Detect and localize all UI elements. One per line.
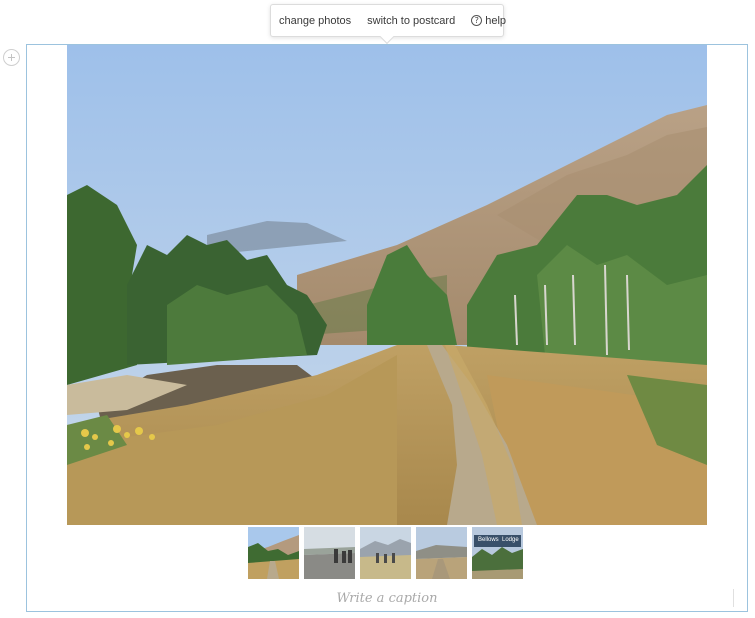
switch-to-postcard-button[interactable]: switch to postcard — [367, 15, 455, 27]
photo-toolbar: change photos switch to postcard ? help — [270, 4, 506, 45]
editor-page: change photos switch to postcard ? help — [0, 0, 755, 618]
thumbnail-1[interactable] — [248, 527, 299, 579]
change-photos-button[interactable]: change photos — [279, 15, 351, 27]
thumbnail-3-image — [360, 527, 411, 579]
thumbnail-3[interactable] — [360, 527, 411, 579]
thumbnail-4[interactable] — [416, 527, 467, 579]
help-button[interactable]: ? help — [471, 15, 506, 27]
thumbnail-1-image — [248, 527, 299, 579]
thumbnail-2[interactable] — [304, 527, 355, 579]
thumbnail-5[interactable]: Bellows Lodge — [472, 527, 523, 579]
thumbnail-2-image — [304, 527, 355, 579]
thumbnail-5-sign-right: Lodge — [500, 537, 521, 543]
main-photo[interactable] — [67, 45, 707, 525]
add-block-icon[interactable] — [3, 49, 20, 66]
thumbnail-5-image — [472, 527, 523, 579]
toolbar-caret — [379, 29, 395, 45]
block-resize-handle[interactable] — [733, 589, 745, 607]
photo-block: Bellows Lodge Write a caption — [26, 44, 748, 612]
thumbnail-4-image — [416, 527, 467, 579]
help-icon: ? — [471, 15, 483, 26]
thumbnail-5-sign-left: Bellows — [476, 537, 501, 543]
caption-input[interactable]: Write a caption — [27, 591, 747, 606]
landscape-photo-image — [67, 45, 707, 525]
thumbnail-strip: Bellows Lodge — [248, 527, 523, 579]
help-label: help — [485, 14, 507, 27]
